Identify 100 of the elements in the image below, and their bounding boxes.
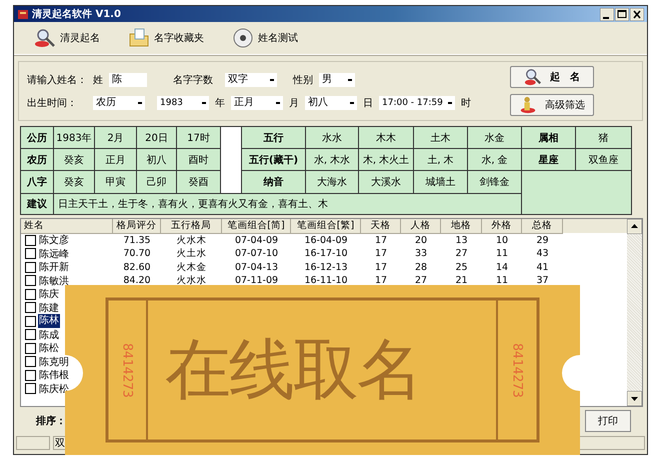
folder-icon: [128, 27, 150, 49]
name-item[interactable]: 陈成: [38, 328, 60, 342]
table-cell: 正月: [95, 149, 136, 170]
table-header: 公历: [21, 127, 53, 148]
print-button[interactable]: 打印: [585, 410, 631, 432]
surname-field[interactable]: 陈: [109, 72, 147, 86]
table-cell-text: 16-17-10: [303, 248, 349, 259]
table-cell: 甲寅: [95, 171, 136, 193]
checkbox[interactable]: [25, 262, 36, 272]
table-cell: 酉时: [177, 149, 220, 170]
checkbox[interactable]: [25, 329, 36, 340]
checkbox[interactable]: [25, 248, 36, 259]
table-cell-text: 43: [535, 248, 550, 259]
table-cell-text: 82.60: [122, 262, 152, 272]
table-cell: [221, 127, 241, 193]
column-header[interactable]: 人格: [401, 219, 441, 234]
checkbox[interactable]: [25, 370, 36, 380]
table-cell-text: 11: [494, 275, 510, 286]
table-cell: 1983年: [54, 127, 94, 148]
birth-time-label: 出生时间：: [27, 96, 77, 110]
table-cell: 大海水: [306, 171, 358, 193]
table-header: 纳音: [242, 171, 305, 193]
table-cell-text: 16-11-10: [303, 275, 349, 286]
table-cell-text: 07-07-10: [234, 248, 280, 259]
name-item[interactable]: 陈远峰: [38, 246, 70, 260]
name-item[interactable]: 陈松: [38, 341, 60, 355]
checkbox[interactable]: [25, 288, 36, 300]
checkbox[interactable]: [25, 356, 36, 367]
column-header[interactable]: 笔画组合[简]: [222, 219, 291, 234]
day-unit: 日: [363, 96, 373, 110]
table-cell-text: 37: [535, 275, 550, 286]
table-cell-text: 70.70: [122, 248, 152, 259]
name-length-dropdown[interactable]: 双字: [225, 72, 277, 86]
gender-dropdown[interactable]: 男: [319, 72, 355, 86]
column-header[interactable]: 地格: [441, 219, 482, 234]
serial-number: 8414273: [120, 342, 134, 400]
table-cell: 癸酉: [177, 171, 220, 193]
table-cell-text: 16-04-09: [303, 234, 349, 246]
column-header[interactable]: 总格: [522, 219, 563, 234]
column-header[interactable]: 笔画组合[繁]: [291, 219, 361, 234]
table-cell-text: 27: [414, 275, 428, 286]
name-item[interactable]: 陈敏洪: [38, 274, 70, 288]
table-cell-text: 29: [535, 234, 550, 246]
table-cell-text: 13: [454, 234, 469, 246]
day-dropdown[interactable]: 初八: [305, 96, 357, 110]
checkbox[interactable]: [25, 302, 36, 313]
table-cell-text: 41: [535, 262, 550, 272]
ticket-text: 在线取名: [165, 330, 421, 410]
app-icon: [17, 8, 29, 20]
surname-label: 请输入姓名：: [27, 74, 87, 86]
table-cell-text: 14: [494, 262, 510, 272]
maximize-icon[interactable]: [615, 8, 629, 20]
table-cell-text: 84.20: [122, 275, 152, 286]
name-item[interactable]: 陈克明: [38, 354, 70, 368]
scroll-up-icon[interactable]: [627, 219, 642, 234]
close-icon[interactable]: [630, 8, 644, 20]
toolbar-button[interactable]: 清灵起名: [32, 25, 102, 51]
year-dropdown[interactable]: 1983: [157, 96, 209, 110]
advice-text: 日主天干土，生于冬，喜有火，更喜有火又有金，喜有土、木: [54, 194, 521, 214]
scroll-down-icon[interactable]: [627, 391, 642, 406]
table-cell: 己卯: [137, 171, 176, 193]
magnifier-icon: [34, 27, 56, 49]
table-cell: 木木: [359, 127, 413, 148]
column-header[interactable]: 姓名: [21, 219, 113, 234]
table-cell: 癸亥: [54, 171, 94, 193]
name-item[interactable]: 陈庆: [38, 287, 60, 301]
column-header[interactable]: 外格: [482, 219, 522, 234]
month-dropdown[interactable]: 正月: [231, 96, 283, 110]
column-header[interactable]: 五行格局: [161, 219, 222, 234]
table-cell: 水, 金: [468, 149, 521, 170]
minimize-icon[interactable]: [600, 8, 614, 20]
table-cell-text: 21: [454, 275, 469, 286]
filter-button[interactable]: 高级筛选: [510, 94, 594, 116]
table-cell: 土, 木: [414, 149, 467, 170]
checkbox[interactable]: [25, 342, 36, 354]
name-item[interactable]: 陈建: [38, 300, 60, 314]
table-cell-text: 33: [414, 248, 428, 259]
table-cell-text: 28: [414, 262, 428, 272]
scrollbar[interactable]: [627, 219, 642, 406]
disc-icon: [232, 27, 254, 49]
checkbox[interactable]: [25, 275, 36, 286]
checkbox[interactable]: [25, 234, 36, 246]
name-item[interactable]: 陈开新: [38, 260, 70, 274]
generate-button[interactable]: 起 名: [510, 66, 594, 88]
table-cell-text: 07-04-09: [234, 234, 280, 246]
table-header: 五行(藏干): [242, 149, 305, 170]
table-cell-text: 20: [414, 234, 428, 246]
checkbox[interactable]: [25, 383, 36, 394]
serial-number: 8414273: [510, 342, 524, 400]
calendar-dropdown[interactable]: 农历: [93, 96, 145, 110]
column-header[interactable]: 天格: [361, 219, 401, 234]
name-item[interactable]: 陈林: [38, 314, 60, 328]
toolbar-button[interactable]: 姓名测试: [230, 25, 300, 51]
table-cell-text: 11: [494, 248, 510, 259]
name-item[interactable]: 陈文彦: [38, 233, 70, 247]
hour-dropdown[interactable]: 17:00 - 17:59: [379, 96, 455, 110]
checkbox[interactable]: [25, 316, 36, 326]
column-header[interactable]: 格局评分: [113, 219, 161, 234]
name-item[interactable]: 陈伟根: [38, 368, 70, 382]
toolbar-button[interactable]: 名字收藏夹: [126, 25, 206, 51]
